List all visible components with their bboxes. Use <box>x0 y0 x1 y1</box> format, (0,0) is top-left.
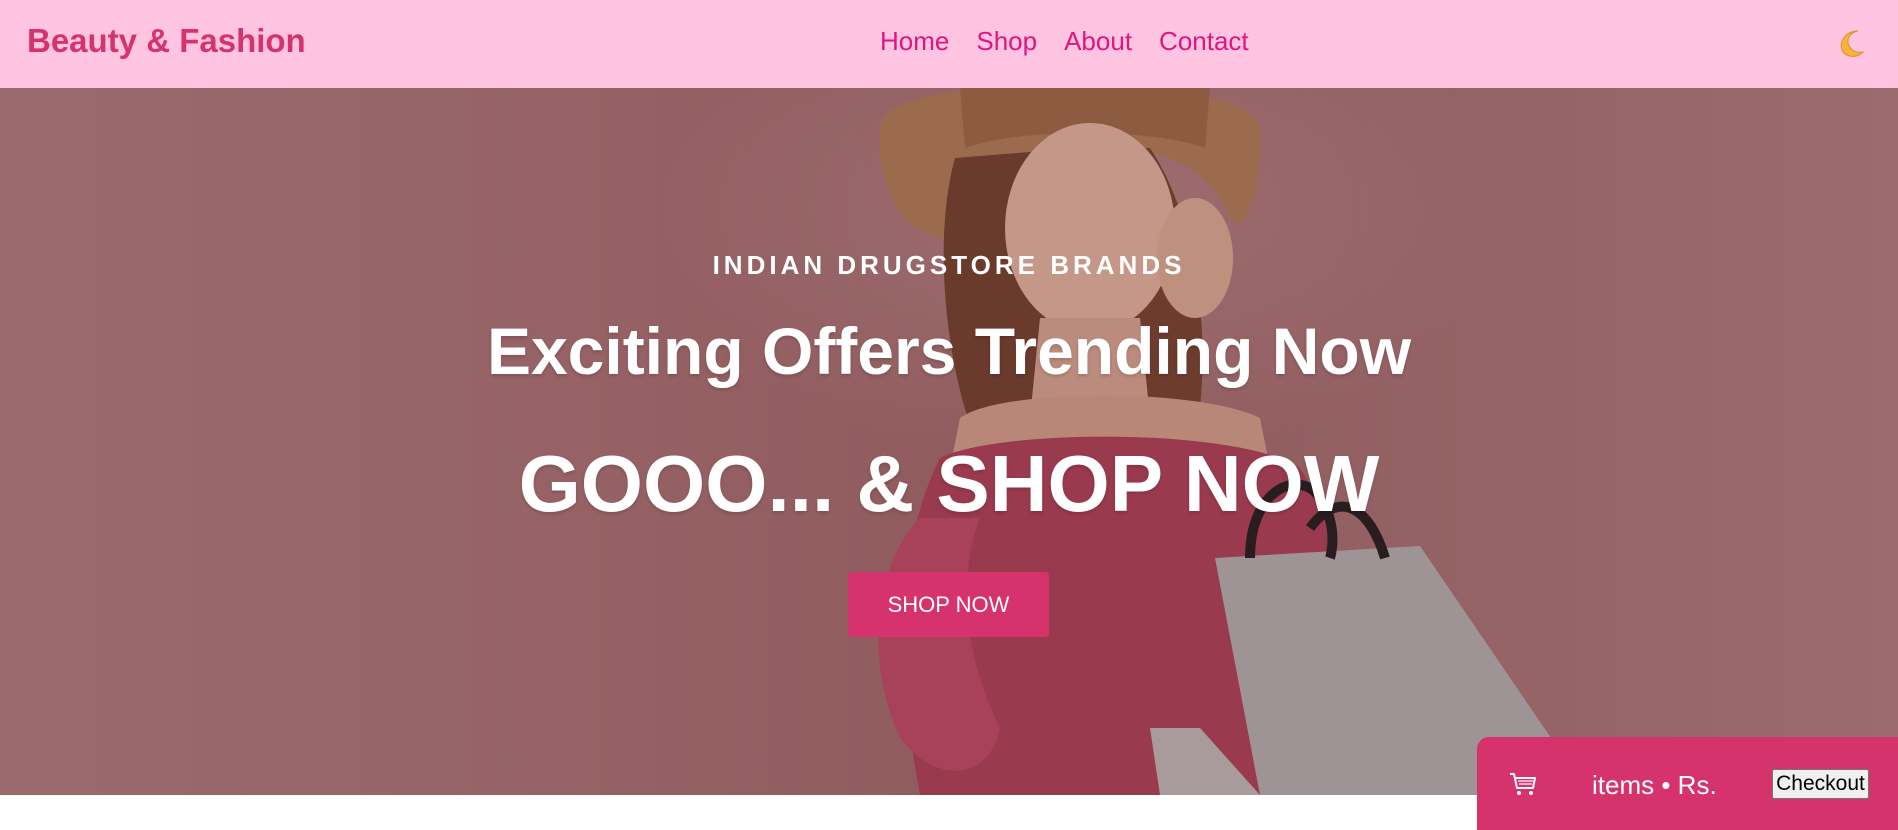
nav-link-shop[interactable]: Shop <box>976 26 1037 57</box>
hero-eyebrow: INDIAN DRUGSTORE BRANDS <box>712 250 1186 280</box>
shop-now-button[interactable]: SHOP NOW <box>848 572 1049 637</box>
brand-logo[interactable]: Beauty & Fashion <box>27 22 306 60</box>
hero-headline: GOOO... & SHOP NOW <box>518 439 1380 528</box>
cart-icon[interactable] <box>1508 771 1538 797</box>
cart-summary: items • Rs. <box>1592 770 1717 800</box>
hero-content: INDIAN DRUGSTORE BRANDS Exciting Offers … <box>0 88 1898 795</box>
checkout-button[interactable]: Checkout <box>1772 769 1869 799</box>
nav-link-about[interactable]: About <box>1064 26 1132 57</box>
nav-link-contact[interactable]: Contact <box>1159 26 1249 57</box>
cart-bar: items • Rs. Checkout <box>1477 737 1898 830</box>
main-nav: Home Shop About Contact <box>880 26 1249 57</box>
navbar: Beauty & Fashion Home Shop About Contact <box>0 0 1898 88</box>
hero-title: Exciting Offers Trending Now <box>486 314 1412 388</box>
hero-banner: INDIAN DRUGSTORE BRANDS Exciting Offers … <box>0 88 1898 795</box>
nav-link-home[interactable]: Home <box>880 26 949 57</box>
theme-toggle-button[interactable] <box>1834 26 1868 60</box>
crescent-moon-icon <box>1840 30 1865 57</box>
